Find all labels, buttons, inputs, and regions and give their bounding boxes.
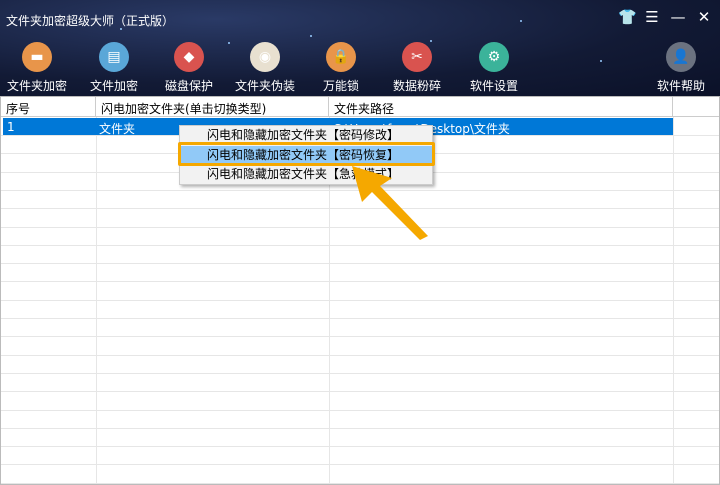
annotation-arrow-icon — [352, 166, 428, 240]
